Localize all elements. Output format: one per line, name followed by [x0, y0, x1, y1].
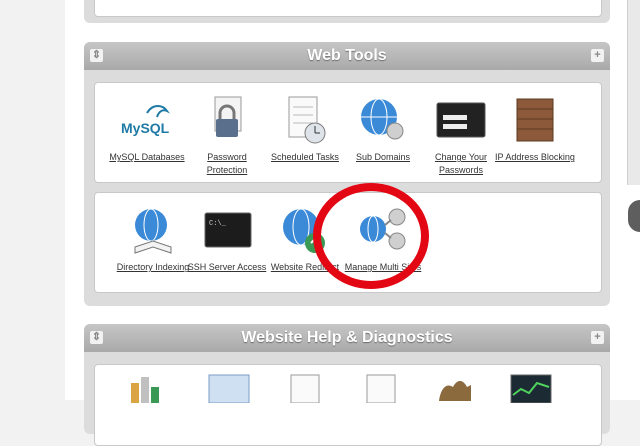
- report-window-icon[interactable]: [207, 373, 251, 403]
- document-list-icon[interactable]: [283, 373, 327, 403]
- web-tools-row-1: MySQL MySQL Databases Password Protectio…: [94, 82, 602, 183]
- globe-network-icon: [361, 98, 404, 140]
- svg-text:C:\_: C:\_: [209, 220, 227, 228]
- top-panel-box: [94, 0, 602, 17]
- tool-label: MySQL Databases: [109, 152, 185, 162]
- plus-icon[interactable]: +: [591, 331, 604, 344]
- globe-book-icon: [134, 208, 172, 254]
- website-redirect-tool[interactable]: Website Redirect: [265, 203, 345, 274]
- mysql-logo-text: MySQL: [121, 120, 170, 136]
- collapse-icon[interactable]: ⇕: [90, 49, 103, 62]
- plus-icon[interactable]: +: [591, 49, 604, 62]
- sub-domains-tool[interactable]: Sub Domains: [343, 93, 423, 164]
- tool-label: Scheduled Tasks: [271, 152, 339, 162]
- tool-label: Change Your Passwords: [434, 152, 488, 175]
- terminal-icon: C:\_: [204, 212, 252, 248]
- diagnostics-header: ⇕ Website Help & Diagnostics +: [84, 324, 610, 352]
- web-tools-header: ⇕ Web Tools +: [84, 42, 610, 70]
- directory-indexing-tool[interactable]: Directory Indexing: [113, 203, 193, 274]
- tool-label: Sub Domains: [355, 152, 411, 162]
- tool-label: Password Protection: [206, 152, 248, 175]
- ssh-server-access-tool[interactable]: C:\_ SSH Server Access: [187, 203, 267, 274]
- collapse-icon[interactable]: ⇕: [90, 331, 103, 344]
- password-protection-tool[interactable]: Password Protection: [187, 93, 267, 177]
- diagnostics-panel: ⇕ Website Help & Diagnostics +: [84, 324, 610, 446]
- diagnostics-row-1: [94, 364, 602, 446]
- tool-label: Directory Indexing: [116, 262, 190, 272]
- diagnostics-title: Website Help & Diagnostics: [241, 329, 453, 346]
- mysql-logo-icon: MySQL: [121, 105, 170, 136]
- ip-blocking-tool[interactable]: IP Address Blocking: [495, 93, 575, 164]
- password-lock-icon: [214, 96, 242, 137]
- tool-label: Manage Multi Sites: [344, 262, 422, 272]
- web-tools-row-2: Directory Indexing C:\_ SSH Server Acces…: [94, 192, 602, 293]
- mysql-databases-tool[interactable]: MySQL MySQL Databases: [107, 93, 187, 164]
- web-tools-panel: ⇕ Web Tools + MySQL MySQL Databases Pass…: [84, 42, 610, 306]
- scheduled-tasks-tool[interactable]: Scheduled Tasks: [265, 93, 345, 164]
- calendar-clock-icon: [288, 96, 326, 144]
- network-nodes-icon: [360, 208, 406, 250]
- manage-multi-sites-tool[interactable]: Manage Multi Sites: [343, 203, 423, 274]
- right-side-panel: [627, 0, 640, 185]
- password-window-icon: [436, 102, 486, 138]
- monitor-graph-icon[interactable]: [509, 373, 553, 403]
- globe-redirect-icon: [283, 208, 325, 253]
- web-tools-title: Web Tools: [307, 47, 387, 64]
- tool-label: IP Address Blocking: [495, 152, 575, 162]
- camel-icon[interactable]: [433, 373, 477, 403]
- top-panel-remnant: [84, 0, 610, 23]
- change-passwords-tool[interactable]: Change Your Passwords: [421, 93, 501, 177]
- bar-chart-icon[interactable]: [125, 373, 165, 403]
- side-scroll-knob[interactable]: [628, 200, 640, 232]
- tool-label: Website Redirect: [270, 262, 340, 272]
- tool-label: SSH Server Access: [187, 262, 267, 272]
- brick-wall-icon: [516, 98, 554, 142]
- document-page-icon[interactable]: [359, 373, 403, 403]
